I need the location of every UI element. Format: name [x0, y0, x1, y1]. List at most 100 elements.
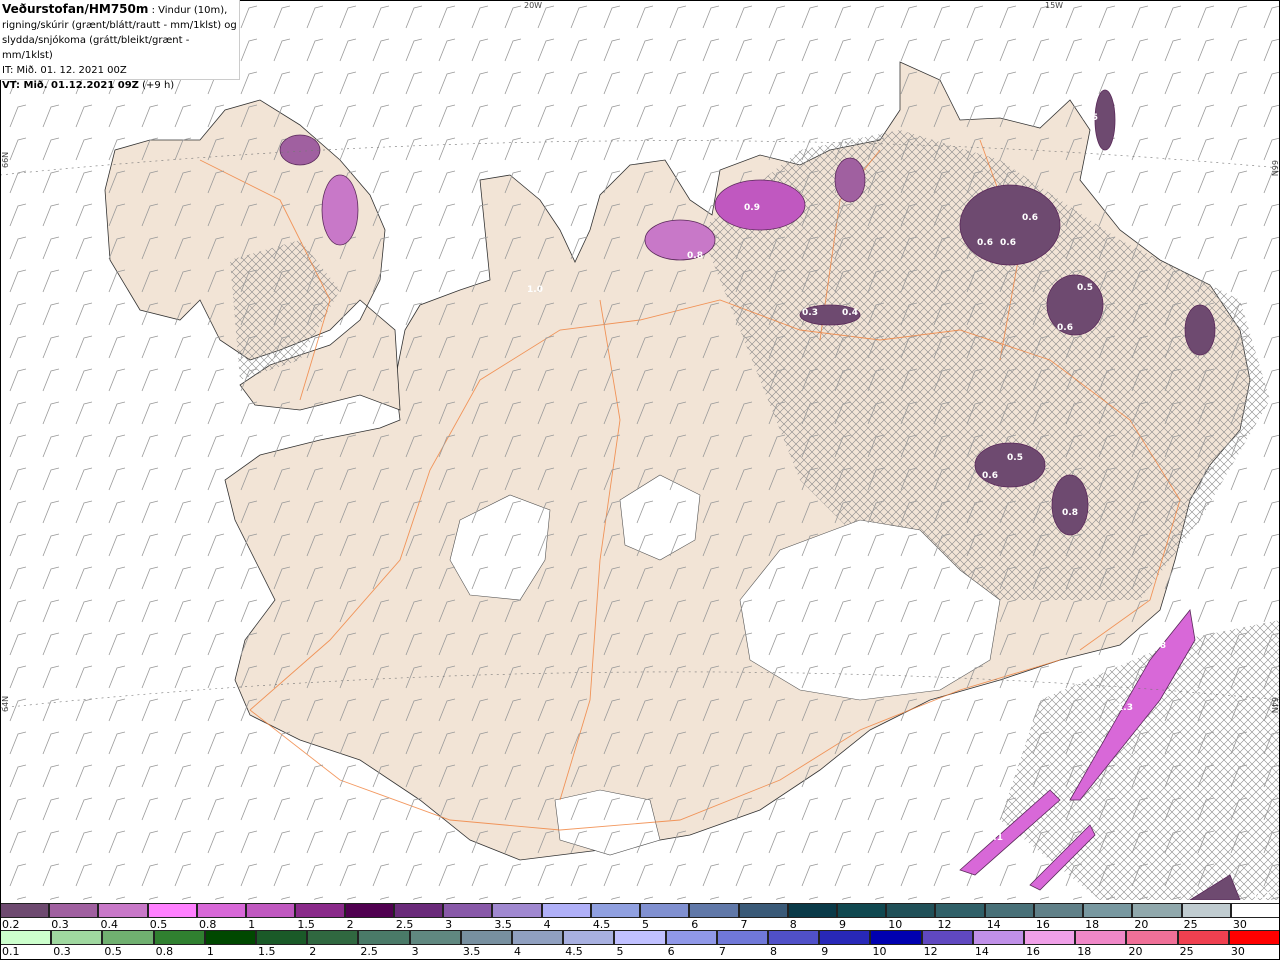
legend-swatch — [0, 930, 52, 945]
precip-value: 1.3 — [1117, 703, 1133, 713]
legend-swatch — [147, 903, 197, 918]
legend-swatch — [443, 903, 493, 918]
precip-value: 0.9 — [744, 203, 760, 213]
desc-line-1: : Vindur (10m), — [148, 5, 228, 16]
legend-swatch — [1075, 930, 1127, 945]
precip-value: 0.6 — [982, 471, 998, 481]
lon-label-20w: 20W — [524, 1, 542, 10]
legend-label: 1 — [206, 945, 214, 958]
legend-swatch — [541, 903, 591, 918]
legend-swatch — [1230, 903, 1280, 918]
legend-swatch — [307, 930, 359, 945]
rain-legend-colorbar — [0, 930, 1280, 945]
map-header: Veðurstofan/HM750m : Vindur (10m), rigni… — [0, 0, 240, 91]
legend-label: 30 — [1230, 945, 1245, 958]
legend-swatch — [768, 930, 820, 945]
precip-value: 0.2 — [1254, 891, 1270, 900]
legend-swatch — [1132, 903, 1182, 918]
legend-label: 14 — [974, 945, 989, 958]
legend-swatch — [665, 930, 717, 945]
legend-swatch — [204, 930, 257, 945]
legend-label: 0.1 — [2, 945, 20, 958]
lat-label-64n-right: 64N — [1270, 697, 1279, 713]
lat-label-64n-left: 64N — [1, 696, 10, 712]
legend-label: 18 — [1077, 945, 1092, 958]
legend-label: 25 — [1179, 945, 1194, 958]
rain-legend-labels: 0.1 0.3 0.5 0.8 1 1.5 2 2.5 3 3.5 4 4.5 5 6 7 8 9 10 12 14 1… — [0, 945, 1280, 958]
legend-swatch — [689, 903, 739, 918]
legend-swatch — [492, 903, 542, 918]
lon-label-15w: 15W — [1045, 1, 1063, 10]
legend-swatch — [1228, 930, 1280, 945]
legend-swatch — [1126, 930, 1178, 945]
legend-swatch — [153, 930, 205, 945]
precip-value: 0.6 — [1022, 213, 1038, 223]
legend-label: 20 — [1128, 945, 1143, 958]
precip-value: 0.8 — [687, 251, 703, 261]
lat-label-66n-right: 66N — [1270, 160, 1279, 176]
lat-label-66n-left: 66N — [1, 152, 10, 168]
legend-label: 3.5 — [462, 945, 481, 958]
legend-swatch — [358, 930, 410, 945]
precip-value: 0.5 — [1077, 283, 1093, 293]
legend-swatch — [1177, 930, 1229, 945]
legend-swatch — [1033, 903, 1084, 918]
legend-swatch — [512, 930, 564, 945]
precip-value: 0.6 — [1000, 238, 1016, 248]
issue-time: IT: Mið. 01. 12. 2021 00Z — [2, 65, 127, 76]
legend-swatch — [935, 903, 985, 918]
legend-swatch — [886, 903, 936, 918]
legend-swatch — [1024, 930, 1076, 945]
legend-swatch — [640, 903, 690, 918]
legend-swatch — [787, 903, 837, 918]
valid-time: VT: Mið. 01.12.2021 09Z — [2, 80, 139, 91]
legend-swatch — [921, 930, 973, 945]
legend-swatch — [409, 930, 461, 945]
legend-swatch — [256, 930, 308, 945]
legend-label: 2.5 — [360, 945, 378, 958]
legend-swatch — [1083, 903, 1133, 918]
legend-swatch — [51, 930, 103, 945]
legend-label: 8 — [770, 945, 778, 958]
legend-swatch — [196, 903, 247, 918]
legend-swatch — [614, 930, 666, 945]
legend-label: 6 — [667, 945, 675, 958]
legend-label: 3 — [411, 945, 419, 958]
desc-line-2: rigning/skúrir (grænt/blátt/rautt - mm/1… — [2, 20, 237, 31]
legend-swatch — [49, 903, 99, 918]
legend-label: 4.5 — [565, 945, 583, 958]
precip-value: 1.0 — [527, 285, 543, 295]
snow-legend-colorbar — [0, 903, 1280, 918]
precip-value: 0.6 — [1057, 323, 1073, 333]
legend-swatch — [1181, 903, 1231, 918]
precip-value: 0.4 — [842, 308, 858, 318]
legend-swatch — [563, 930, 615, 945]
legend-swatch — [590, 903, 641, 918]
precip-value: 1.1 — [987, 833, 1003, 843]
legend-label: 0.5 — [104, 945, 122, 958]
legend-swatch — [295, 903, 345, 918]
legend-swatch — [836, 903, 887, 918]
precip-value: 0.5 — [1007, 453, 1023, 463]
precip-value: 0.5 — [1082, 113, 1098, 123]
legend-swatch — [972, 930, 1025, 945]
weather-map[interactable]: 0.5 0.6 0.6 0.6 0.5 0.6 0.5 0.6 0.8 0.3 0.4 1.1 1.3 0… — [0, 0, 1280, 900]
legend-swatch — [344, 903, 394, 918]
desc-line-3: slydda/snjókoma (grátt/bleikt/grænt - mm… — [2, 35, 190, 61]
legend-label: 4 — [514, 945, 522, 958]
legend-swatch — [246, 903, 296, 918]
precip-value: 0.8 — [1150, 641, 1166, 651]
legend-label: 5 — [616, 945, 624, 958]
legend-swatch — [984, 903, 1034, 918]
legend-label: 2 — [309, 945, 317, 958]
legend-label: 0.3 — [53, 945, 71, 958]
forecast-offset: (+9 h) — [138, 80, 175, 91]
legend-label: 12 — [923, 945, 938, 958]
legend-swatch — [716, 930, 769, 945]
source-title: Veðurstofan/HM750m — [2, 2, 149, 16]
legend-label: 10 — [872, 945, 887, 958]
legend-swatch — [102, 930, 154, 945]
precip-value: 0.8 — [1062, 508, 1078, 518]
legend-swatch — [98, 903, 148, 918]
precip-value: 0.3 — [802, 308, 818, 318]
